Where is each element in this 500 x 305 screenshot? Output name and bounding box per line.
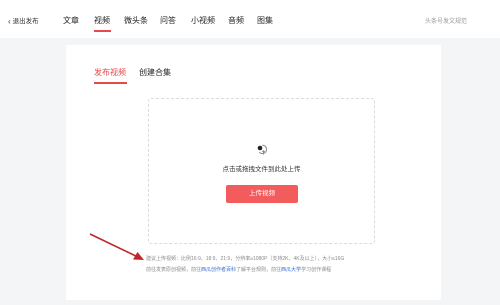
tab-qa[interactable]: 问答 xyxy=(160,15,176,26)
back-button[interactable]: ‹ 退出发布 xyxy=(8,15,39,26)
subtab-create-collection[interactable]: 创建合集 xyxy=(139,67,171,78)
tab-short-video[interactable]: 小视频 xyxy=(191,15,215,26)
upload-hint-text: 点击或拖拽文件到此处上传 xyxy=(222,166,301,173)
publishing-rules-link[interactable]: 头条号发文规范 xyxy=(425,16,467,25)
chevron-left-icon: ‹ xyxy=(8,17,11,26)
upload-icon xyxy=(257,144,268,155)
upload-dropzone[interactable]: 点击或拖拽文件到此处上传 上传视频 xyxy=(148,98,375,244)
active-tab-indicator xyxy=(94,30,111,32)
tips-line-1: 建议上传视频：比例16:9、18:9、21:9，分辨率≥1080P（支持2K、4… xyxy=(146,256,345,262)
tips-text-1: 前往发表原创视频，前往 xyxy=(146,267,202,273)
annotation-arrow-icon xyxy=(89,233,144,260)
tab-micro-headline[interactable]: 微头条 xyxy=(124,15,148,26)
tab-audio[interactable]: 音频 xyxy=(228,15,244,26)
upload-tips: 建议上传视频：比例16:9、18:9、21:9，分辨率≥1080P（支持2K、4… xyxy=(146,254,446,276)
tab-article[interactable]: 文章 xyxy=(63,15,79,26)
creator-wiki-link[interactable]: 西瓜创作者百科 xyxy=(201,267,236,273)
upload-video-button[interactable]: 上传视频 xyxy=(226,185,298,203)
tab-video[interactable]: 视频 xyxy=(94,15,110,26)
tips-text-2: 了解平台规则，前往 xyxy=(236,267,282,273)
tab-gallery[interactable]: 图集 xyxy=(257,15,273,26)
subtab-publish-video[interactable]: 发布视频 xyxy=(94,67,126,78)
back-label: 退出发布 xyxy=(12,18,39,25)
top-nav-bar: ‹ 退出发布 文章 视频 微头条 问答 小视频 音频 图集 头条号发文规范 xyxy=(0,0,500,38)
tips-line-2: 前往发表原创视频，前往西瓜创作者百科了解平台规则，前往西瓜大学学习创作课程 xyxy=(146,265,446,276)
active-subtab-indicator xyxy=(94,82,127,84)
tips-text-3: 学习创作课程 xyxy=(301,267,332,273)
xigua-university-link[interactable]: 西瓜大学 xyxy=(281,267,301,273)
